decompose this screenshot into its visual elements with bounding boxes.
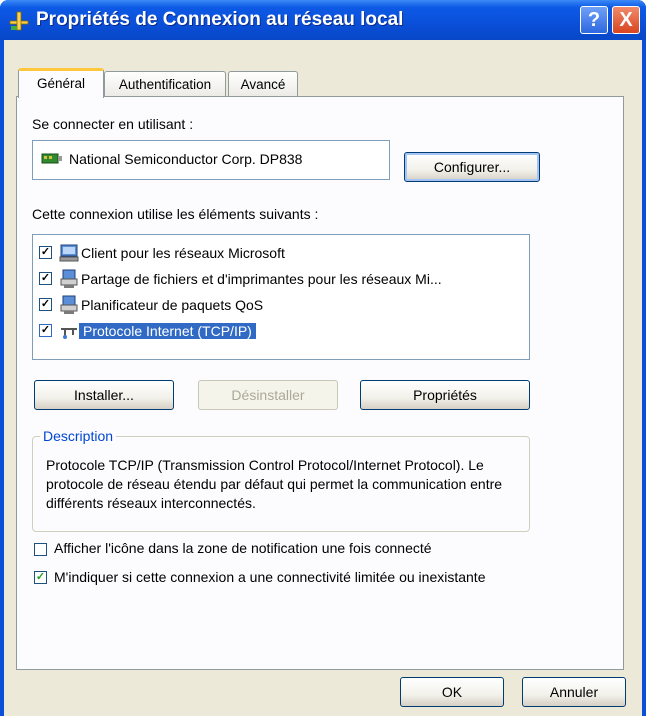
description-text: Protocole TCP/IP (Transmission Control P… bbox=[46, 457, 503, 511]
item-label: Partage de fichiers et d'imprimantes pou… bbox=[81, 271, 442, 287]
window-title: Propriétés de Connexion au réseau local bbox=[36, 9, 404, 30]
list-item[interactable]: ✓ Client pour les réseaux Microsoft bbox=[39, 243, 519, 265]
qos-icon bbox=[60, 295, 78, 314]
adapter-name: National Semiconductor Corp. DP838 bbox=[69, 151, 303, 167]
network-adapter-icon bbox=[41, 153, 62, 164]
notify-limited-checkbox[interactable]: ✓ bbox=[34, 571, 47, 584]
item-label: Planificateur de paquets QoS bbox=[81, 297, 264, 313]
item-label: Client pour les réseaux Microsoft bbox=[81, 245, 285, 261]
properties-button[interactable]: Propriétés bbox=[360, 380, 530, 410]
connect-using-label: Se connecter en utilisant : bbox=[32, 116, 194, 132]
notify-limited-label[interactable]: M'indiquer si cette connexion a une conn… bbox=[54, 568, 514, 587]
title-bar[interactable]: Propriétés de Connexion au réseau local … bbox=[0, 0, 646, 40]
item-checkbox[interactable]: ✓ bbox=[39, 298, 52, 311]
description-title: Description bbox=[40, 428, 117, 444]
items-label: Cette connexion utilise les éléments sui… bbox=[32, 206, 319, 222]
install-button[interactable]: Installer... bbox=[34, 380, 174, 410]
dialog-body: Général Authentification Avancé Se conne… bbox=[4, 40, 642, 716]
item-checkbox[interactable]: ✓ bbox=[39, 324, 52, 337]
file-sharing-icon bbox=[60, 269, 78, 288]
network-connection-icon bbox=[9, 11, 29, 31]
properties-window: Propriétés de Connexion au réseau local … bbox=[0, 0, 646, 716]
uninstall-button[interactable]: Désinstaller bbox=[198, 380, 338, 410]
components-list[interactable]: ✓ Client pour les réseaux Microsoft ✓ Pa… bbox=[32, 234, 530, 360]
ok-button[interactable]: OK bbox=[400, 677, 504, 707]
protocol-icon bbox=[61, 328, 77, 339]
list-item[interactable]: ✓ Planificateur de paquets QoS bbox=[39, 295, 519, 317]
show-icon-checkbox[interactable] bbox=[34, 543, 47, 556]
list-item-selected[interactable]: ✓ Protocole Internet (TCP/IP) bbox=[39, 321, 519, 343]
list-item[interactable]: ✓ Partage de fichiers et d'imprimantes p… bbox=[39, 269, 519, 291]
adapter-box: National Semiconductor Corp. DP838 bbox=[32, 140, 390, 180]
tab-authentication[interactable]: Authentification bbox=[104, 71, 226, 96]
item-label: Protocole Internet (TCP/IP) bbox=[78, 322, 257, 340]
help-button[interactable]: ? bbox=[580, 6, 608, 34]
cancel-button[interactable]: Annuler bbox=[522, 677, 626, 707]
tab-general[interactable]: Général bbox=[18, 68, 104, 98]
network-client-icon bbox=[59, 244, 79, 262]
close-button[interactable]: X bbox=[612, 6, 640, 34]
item-checkbox[interactable]: ✓ bbox=[39, 246, 52, 259]
item-checkbox[interactable]: ✓ bbox=[39, 272, 52, 285]
configure-button[interactable]: Configurer... bbox=[404, 152, 540, 182]
tab-advanced[interactable]: Avancé bbox=[228, 71, 298, 96]
show-icon-label[interactable]: Afficher l'icône dans la zone de notific… bbox=[54, 540, 432, 556]
